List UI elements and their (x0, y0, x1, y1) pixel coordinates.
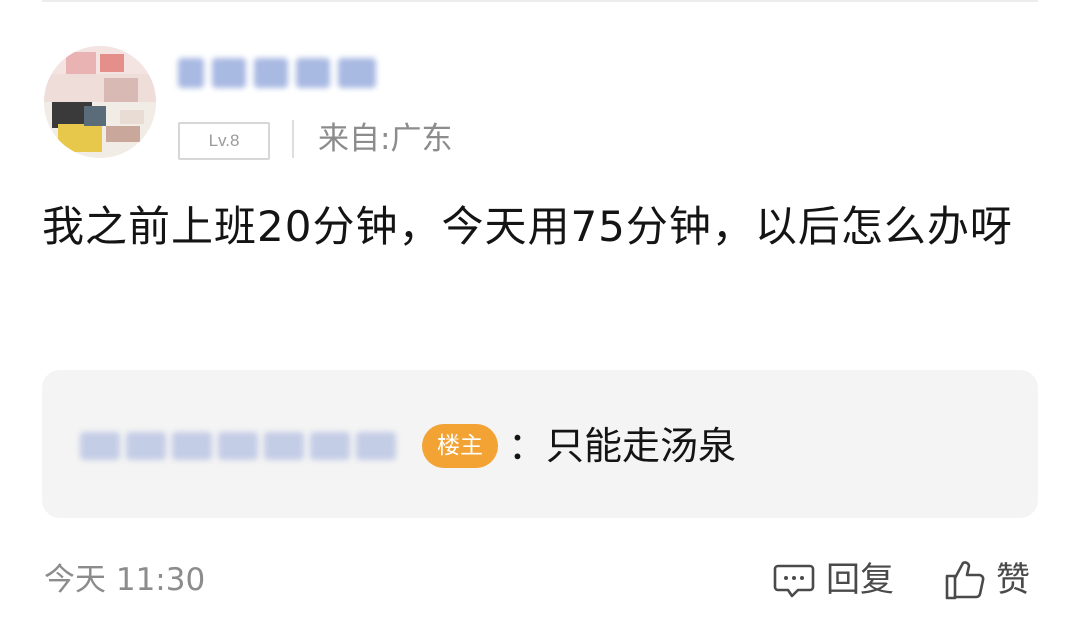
level-badge: Lv.8 (178, 122, 270, 160)
avatar-pixel (120, 110, 144, 124)
redaction-block (254, 58, 288, 88)
reply-preview-box[interactable]: 楼主 ：只能走汤泉 (42, 370, 1038, 518)
reply-username-redacted[interactable] (80, 426, 410, 466)
redaction-block (178, 58, 204, 88)
redaction-block (338, 58, 376, 88)
avatar[interactable] (44, 46, 156, 158)
location-text: 来自:广东 (318, 121, 453, 157)
comment-bubble-icon (772, 558, 816, 602)
redaction-block (356, 432, 396, 460)
avatar-pixel (84, 106, 106, 126)
avatar-pixel (58, 124, 102, 152)
avatar-pixel (100, 54, 124, 72)
avatar-pixel (66, 52, 96, 74)
redaction-block (212, 58, 246, 88)
redaction-block (218, 432, 258, 460)
meta-separator (292, 120, 294, 158)
username-redacted[interactable] (178, 54, 388, 94)
reply-label: 回复 (826, 560, 894, 600)
redaction-block (126, 432, 166, 460)
host-badge: 楼主 (422, 424, 498, 468)
redaction-block (172, 432, 212, 460)
reply-button[interactable]: 回复 (772, 554, 894, 606)
like-label: 赞 (996, 560, 1030, 600)
timestamp: 今天 11:30 (44, 562, 206, 598)
top-divider (42, 0, 1038, 2)
comment-body: 我之前上班20分钟，今天用75分钟，以后怎么办呀 (42, 202, 1013, 251)
redaction-block (310, 432, 350, 460)
redaction-block (264, 432, 304, 460)
redaction-block (296, 58, 330, 88)
avatar-pixel (44, 74, 156, 102)
reply-text: ：只能走汤泉 (508, 424, 737, 468)
like-button[interactable]: 赞 (942, 554, 1030, 606)
avatar-pixel (104, 78, 138, 102)
redaction-block (80, 432, 120, 460)
thumbs-up-icon (942, 557, 988, 603)
avatar-pixel (106, 126, 140, 142)
